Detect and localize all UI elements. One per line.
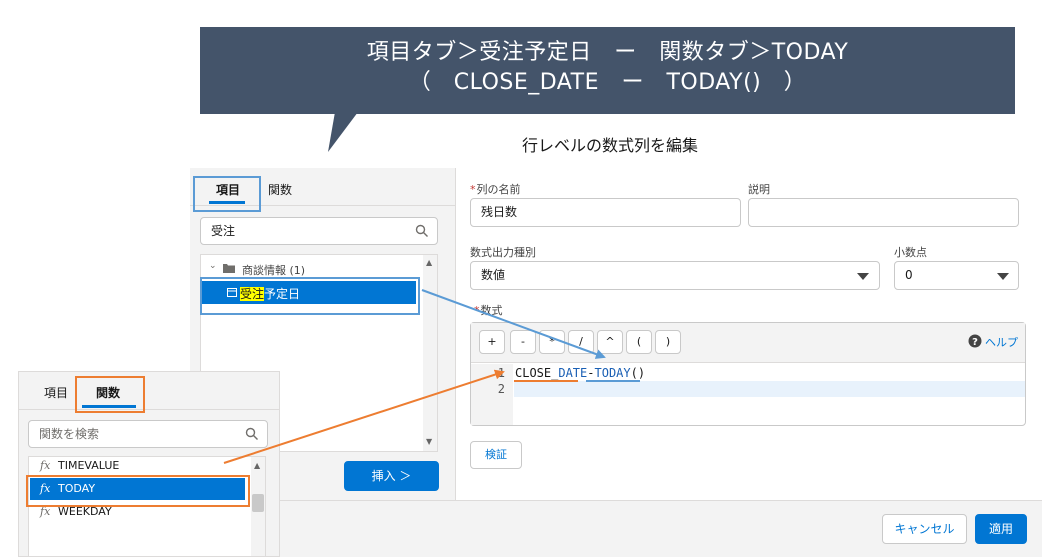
operator-close-paren-button[interactable]: ) bbox=[655, 330, 681, 354]
active-line-highlight bbox=[514, 381, 1025, 397]
decimal-label: 小数点 bbox=[894, 246, 927, 259]
operator-plus-button[interactable]: + bbox=[479, 330, 505, 354]
scroll-up-icon[interactable]: ▲ bbox=[426, 258, 432, 267]
column-name-value: 残日数 bbox=[481, 205, 518, 219]
today-underline bbox=[586, 380, 640, 382]
column-name-input[interactable]: 残日数 bbox=[470, 198, 741, 227]
search-icon bbox=[415, 224, 428, 237]
operator-open-paren-button[interactable]: ( bbox=[626, 330, 652, 354]
scroll-down-icon[interactable]: ▼ bbox=[426, 437, 432, 446]
chevron-down-icon[interactable]: ⌄ bbox=[209, 261, 217, 271]
formula-code-line-1[interactable]: CLOSE_DATE-TODAY() bbox=[515, 366, 645, 380]
help-icon[interactable]: ? bbox=[968, 334, 982, 348]
function-search-placeholder: 関数を検索 bbox=[39, 427, 100, 441]
decimal-caret-icon bbox=[997, 273, 1009, 280]
field-search-input[interactable]: 受注 bbox=[200, 217, 438, 245]
formula-label: 数式 bbox=[480, 304, 503, 317]
overlay-tab-fields[interactable]: 項目 bbox=[44, 384, 68, 401]
description-label: 説明 bbox=[748, 183, 770, 196]
required-marker: * bbox=[470, 183, 476, 196]
close-date-item-highlight bbox=[200, 277, 420, 315]
tree-scrollbar[interactable] bbox=[423, 255, 437, 451]
output-type-value: 数値 bbox=[481, 268, 506, 282]
output-type-caret-icon bbox=[857, 273, 869, 280]
svg-text:?: ? bbox=[972, 337, 978, 348]
operator-minus-button[interactable]: - bbox=[510, 330, 536, 354]
operator-divide-button[interactable]: / bbox=[568, 330, 594, 354]
callout-line-1: 項目タブ＞受注予定日 ー 関数タブ＞TODAY bbox=[366, 40, 849, 65]
required-marker: * bbox=[474, 304, 480, 317]
tab-functions[interactable]: 関数 bbox=[268, 181, 292, 198]
callout-tail bbox=[328, 112, 358, 152]
search-icon bbox=[245, 427, 258, 440]
output-type-select[interactable]: 数値 bbox=[470, 261, 880, 290]
help-link[interactable]: ヘルプ bbox=[985, 334, 1018, 350]
function-search-input[interactable]: 関数を検索 bbox=[28, 420, 268, 448]
callout-banner: 項目タブ＞受注予定日 ー 関数タブ＞TODAY （ CLOSE_DATE ー T… bbox=[200, 27, 1015, 114]
function-icon: fx bbox=[40, 459, 51, 472]
today-item-highlight bbox=[26, 475, 250, 507]
callout-line-2: （ CLOSE_DATE ー TODAY() ） bbox=[408, 70, 807, 95]
tree-group-label[interactable]: 商談情報 (1) bbox=[242, 262, 305, 278]
apply-button[interactable]: 適用 bbox=[975, 514, 1027, 544]
validate-button[interactable]: 検証 bbox=[470, 441, 522, 469]
description-input[interactable] bbox=[748, 198, 1019, 227]
function-item[interactable]: fx TIMEVALUE bbox=[30, 455, 245, 477]
output-type-label: 数式出力種別 bbox=[470, 246, 536, 259]
line-number-1: 1 bbox=[497, 366, 505, 380]
fields-tab-highlight bbox=[193, 176, 261, 212]
overlay-tab-divider bbox=[19, 409, 279, 410]
line-number-2: 2 bbox=[497, 382, 505, 396]
insert-button[interactable]: 挿入 ＞ bbox=[344, 461, 439, 491]
function-list-scroll-thumb[interactable] bbox=[252, 494, 264, 512]
cancel-button[interactable]: キャンセル bbox=[882, 514, 967, 544]
operator-power-button[interactable]: ^ bbox=[597, 330, 623, 354]
decimal-value: 0 bbox=[905, 268, 913, 282]
close-date-underline bbox=[514, 380, 578, 382]
column-name-label: 列の名前 bbox=[476, 183, 521, 196]
scroll-up-icon[interactable]: ▲ bbox=[254, 461, 260, 470]
folder-icon bbox=[223, 264, 235, 273]
modal-title: 行レベルの数式列を編集 bbox=[521, 136, 698, 155]
functions-tab-highlight bbox=[75, 376, 145, 413]
field-search-value: 受注 bbox=[211, 224, 236, 238]
operator-multiply-button[interactable]: * bbox=[539, 330, 565, 354]
